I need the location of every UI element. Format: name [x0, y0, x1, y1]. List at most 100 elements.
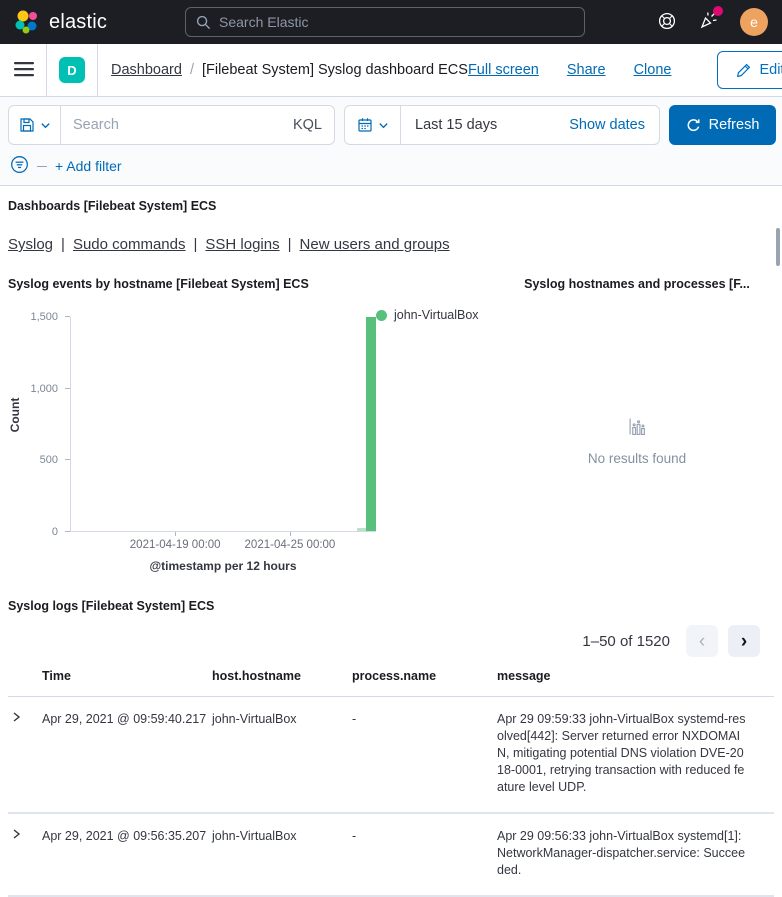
- share-button[interactable]: Share: [567, 62, 606, 78]
- log-host: john-VirtualBox: [212, 697, 352, 814]
- link-syslog[interactable]: Syslog: [8, 236, 53, 253]
- y-tick-label: 500: [40, 454, 58, 466]
- markdown-panel: Dashboards [Filebeat System] ECS Syslog |…: [0, 186, 782, 270]
- log-message: Apr 29 09:56:33 john-VirtualBox systemd[…: [497, 813, 774, 896]
- log-message: Apr 29 09:59:33 john-VirtualBox systemd-…: [497, 697, 774, 814]
- pagination-label: 1–50 of 1520: [582, 633, 670, 650]
- table-row: Apr 29, 2021 @ 09:56:35.207 john-Virtual…: [8, 813, 774, 896]
- menu-icon[interactable]: [14, 61, 34, 80]
- legend-item[interactable]: john-VirtualBox: [376, 308, 479, 322]
- calendar-icon: [357, 117, 373, 133]
- previous-page-button[interactable]: ‹: [686, 625, 718, 657]
- add-filter-button[interactable]: + Add filter: [55, 158, 122, 174]
- chevron-right-icon: [10, 711, 22, 723]
- refresh-button[interactable]: Refresh: [669, 105, 776, 145]
- breadcrumb-dashboard-link[interactable]: Dashboard: [111, 62, 182, 78]
- empty-state: No results found: [588, 417, 686, 466]
- column-header-time: Time: [42, 659, 212, 697]
- expand-row-button[interactable]: [8, 709, 24, 728]
- chevron-right-icon: [10, 828, 22, 840]
- brand-name: elastic: [49, 11, 107, 34]
- x-tick-label: 2021-04-25 00:00: [245, 539, 336, 551]
- global-search-bar[interactable]: [185, 7, 585, 37]
- refresh-button-label: Refresh: [709, 117, 760, 133]
- date-quick-menu-button[interactable]: [345, 106, 401, 144]
- kql-language-button[interactable]: KQL: [281, 117, 334, 133]
- x-tick-label: 2021-04-19 00:00: [130, 539, 221, 551]
- query-bar-section: KQL Last 15 days Show dates: [0, 97, 782, 186]
- filter-menu-icon[interactable]: [10, 155, 29, 177]
- logs-panel: Syslog logs [Filebeat System] ECS 1–50 o…: [0, 591, 782, 897]
- chart-plot: [70, 317, 376, 532]
- log-process: -: [352, 813, 497, 896]
- x-tick-mark: [290, 532, 291, 536]
- query-input-group: KQL: [8, 105, 335, 145]
- x-tick-mark: [175, 532, 176, 536]
- chevron-down-icon: [378, 120, 389, 131]
- no-results-message: No results found: [588, 451, 686, 466]
- divider: [46, 44, 47, 96]
- link-separator: |: [288, 236, 292, 253]
- log-process: -: [352, 697, 497, 814]
- panel-scrollbar[interactable]: [776, 228, 780, 266]
- markdown-title: Dashboards [Filebeat System] ECS: [8, 199, 774, 213]
- y-tick-label: 0: [52, 526, 58, 538]
- dashboard-links: Syslog | Sudo commands | SSH logins | New user…: [8, 236, 774, 253]
- elastic-brand[interactable]: elastic: [14, 9, 107, 35]
- chart-bar[interactable]: [366, 317, 375, 531]
- global-header: elastic: [0, 0, 782, 44]
- filter-dash: [37, 166, 47, 167]
- breadcrumb: Dashboard / [Filebeat System] Syslog das…: [111, 62, 468, 78]
- expand-column-header: [8, 659, 42, 697]
- log-time: Apr 29, 2021 @ 09:59:40.217: [42, 697, 212, 814]
- pagination: 1–50 of 1520 ‹ ›: [8, 625, 760, 657]
- kql-search-input[interactable]: [61, 117, 281, 133]
- date-picker-group: Last 15 days Show dates: [344, 105, 660, 145]
- link-ssh-logins[interactable]: SSH logins: [205, 236, 279, 253]
- page-title: [Filebeat System] Syslog dashboard ECS: [202, 62, 468, 78]
- processes-panel-title: Syslog hostnames and processes [F...: [500, 277, 774, 291]
- column-header-message: message: [497, 659, 774, 697]
- legend-label: john-VirtualBox: [394, 308, 479, 322]
- divider: [97, 44, 98, 96]
- logs-panel-title: Syslog logs [Filebeat System] ECS: [8, 599, 774, 613]
- save-icon: [19, 117, 35, 133]
- help-icon[interactable]: [658, 12, 676, 33]
- events-chart-title: Syslog events by hostname [Filebeat Syst…: [8, 277, 484, 291]
- link-separator: |: [194, 236, 198, 253]
- next-page-button[interactable]: ›: [728, 625, 760, 657]
- breadcrumb-separator: /: [190, 62, 194, 78]
- legend-dot: [376, 310, 387, 321]
- log-time: Apr 29, 2021 @ 09:56:35.207: [42, 813, 212, 896]
- expand-row-button[interactable]: [8, 826, 24, 845]
- edit-button[interactable]: Edit: [717, 51, 782, 89]
- link-separator: |: [61, 236, 65, 253]
- edit-button-label: Edit: [759, 62, 782, 78]
- bar-chart-icon: [628, 417, 647, 436]
- chart-y-labels: 05001,0001,500: [8, 317, 70, 532]
- notification-badge: [713, 6, 723, 16]
- processes-panel: Syslog hostnames and processes [F... No …: [492, 270, 782, 591]
- global-search-input[interactable]: [219, 14, 574, 30]
- y-tick-label: 1,500: [30, 311, 58, 323]
- log-host: john-VirtualBox: [212, 813, 352, 896]
- space-badge[interactable]: D: [59, 57, 85, 83]
- logs-table: Time host.hostname process.name message …: [8, 659, 774, 897]
- elastic-logo-icon: [14, 9, 40, 35]
- show-dates-button[interactable]: Show dates: [555, 117, 659, 133]
- clone-button[interactable]: Clone: [634, 62, 672, 78]
- time-range-button[interactable]: Last 15 days: [401, 117, 555, 133]
- logs-table-body: Apr 29, 2021 @ 09:59:40.217 john-Virtual…: [8, 697, 774, 897]
- saved-query-menu-button[interactable]: [9, 106, 61, 144]
- chart-bar[interactable]: [357, 528, 366, 531]
- full-screen-button[interactable]: Full screen: [468, 62, 539, 78]
- nav-row: D Dashboard / [Filebeat System] Syslog d…: [0, 44, 782, 97]
- link-new-users-groups[interactable]: New users and groups: [300, 236, 450, 253]
- pencil-icon: [736, 63, 751, 78]
- events-chart-panel: Syslog events by hostname [Filebeat Syst…: [0, 270, 492, 591]
- events-chart: Count 05001,0001,500 2021-04-19 00:00202…: [8, 303, 484, 587]
- link-sudo-commands[interactable]: Sudo commands: [73, 236, 186, 253]
- chart-x-labels: 2021-04-19 00:00 2021-04-25 00:00: [70, 532, 376, 556]
- column-header-host: host.hostname: [212, 659, 352, 697]
- avatar[interactable]: e: [740, 8, 768, 36]
